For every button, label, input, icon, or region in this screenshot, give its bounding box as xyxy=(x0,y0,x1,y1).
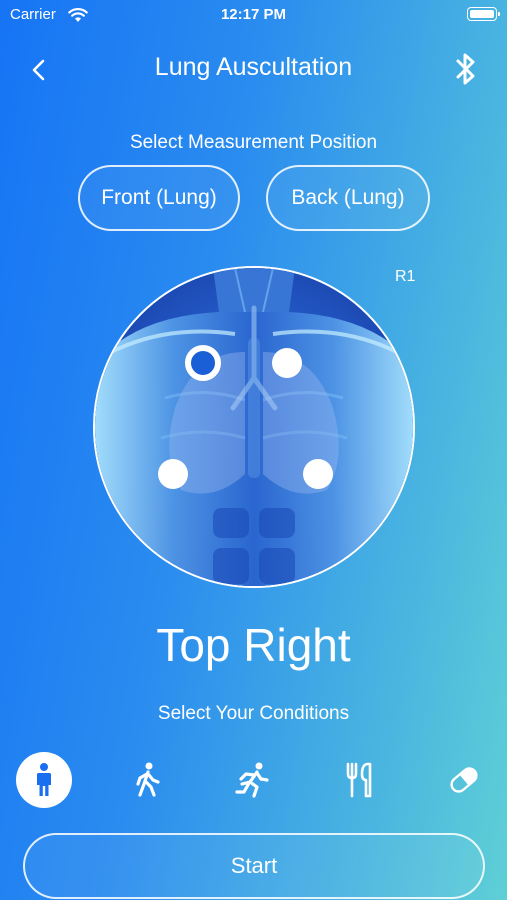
walking-person-icon xyxy=(136,762,160,797)
start-label: Start xyxy=(230,853,278,878)
chest-illustration xyxy=(93,266,415,588)
torso-image xyxy=(95,268,413,586)
start-button[interactable]: Start xyxy=(23,833,485,899)
pill-icon xyxy=(450,767,478,793)
fork-knife-icon xyxy=(346,762,372,798)
measurement-position-label: Select Measurement Position xyxy=(129,132,378,153)
front-lung-label: Front (Lung) xyxy=(101,186,217,209)
condition-walking-button[interactable] xyxy=(120,752,176,808)
clock: 12:17 PM xyxy=(220,6,287,23)
battery-icon xyxy=(467,7,500,21)
conditions-label: Select Your Conditions xyxy=(157,703,350,724)
page-title: Lung Auscultation xyxy=(154,53,353,81)
running-person-icon xyxy=(235,762,269,798)
front-lung-button[interactable]: Front (Lung) xyxy=(78,165,240,231)
point-bottom-left[interactable] xyxy=(303,459,333,489)
status-bar: Carrier 12:17 PM xyxy=(0,0,507,32)
back-lung-label: Back (Lung) xyxy=(291,186,405,209)
image-position-label: R1 xyxy=(395,268,416,285)
selected-position-title: Top Right xyxy=(156,619,351,671)
back-lung-button[interactable]: Back (Lung) xyxy=(266,165,430,231)
condition-medication-button[interactable] xyxy=(436,752,492,808)
point-top-right[interactable] xyxy=(185,345,221,381)
bluetooth-icon xyxy=(456,53,475,85)
bluetooth-button[interactable] xyxy=(451,50,481,88)
condition-eating-button[interactable] xyxy=(332,752,388,808)
point-bottom-right[interactable] xyxy=(158,459,188,489)
condition-standing-button[interactable] xyxy=(16,752,72,808)
point-top-left[interactable] xyxy=(272,348,302,378)
condition-running-button[interactable] xyxy=(224,752,280,808)
standing-person-icon xyxy=(37,763,51,796)
